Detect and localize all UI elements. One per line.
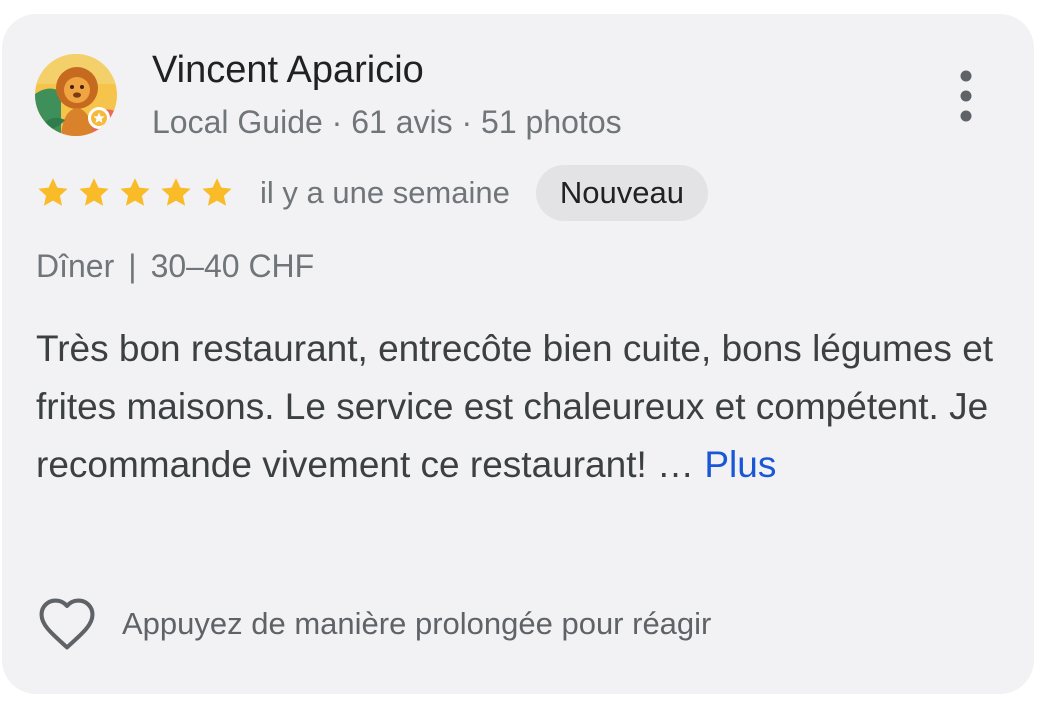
review-card: Vincent Aparicio Local Guide · 61 avis ·… — [2, 14, 1034, 694]
lion-avatar-icon — [35, 54, 117, 136]
heart-outline-icon[interactable] — [36, 596, 98, 652]
review-body: Très bon restaurant, entrecôte bien cuit… — [36, 328, 994, 485]
author-meta: Local Guide · 61 avis · 51 photos — [152, 104, 622, 140]
rating-row: il y a une semaine Nouveau — [36, 164, 708, 222]
details-separator: | — [128, 248, 137, 284]
react-hint: Appuyez de manière prolongée pour réagir — [122, 606, 712, 641]
star-icon — [79, 178, 109, 206]
meal-type: Dîner — [36, 248, 115, 284]
author-name[interactable]: Vincent Aparicio — [152, 49, 424, 92]
more-link[interactable]: Plus — [704, 444, 776, 485]
more-vert-icon — [960, 70, 972, 122]
visit-details: Dîner | 30–40 CHF — [36, 248, 314, 285]
star-rating — [36, 176, 234, 210]
author-avatar[interactable] — [35, 54, 117, 136]
react-row: Appuyez de manière prolongée pour réagir — [36, 596, 711, 652]
review-text: Très bon restaurant, entrecôte bien cuit… — [36, 320, 996, 494]
review-date: il y a une semaine — [260, 175, 510, 210]
star-icon — [38, 178, 68, 206]
star-icon — [202, 178, 232, 206]
star-icon — [161, 178, 191, 206]
new-badge: Nouveau — [535, 165, 708, 221]
star-icon — [120, 178, 150, 206]
more-options-button[interactable] — [946, 66, 986, 126]
price-range: 30–40 CHF — [150, 248, 315, 284]
